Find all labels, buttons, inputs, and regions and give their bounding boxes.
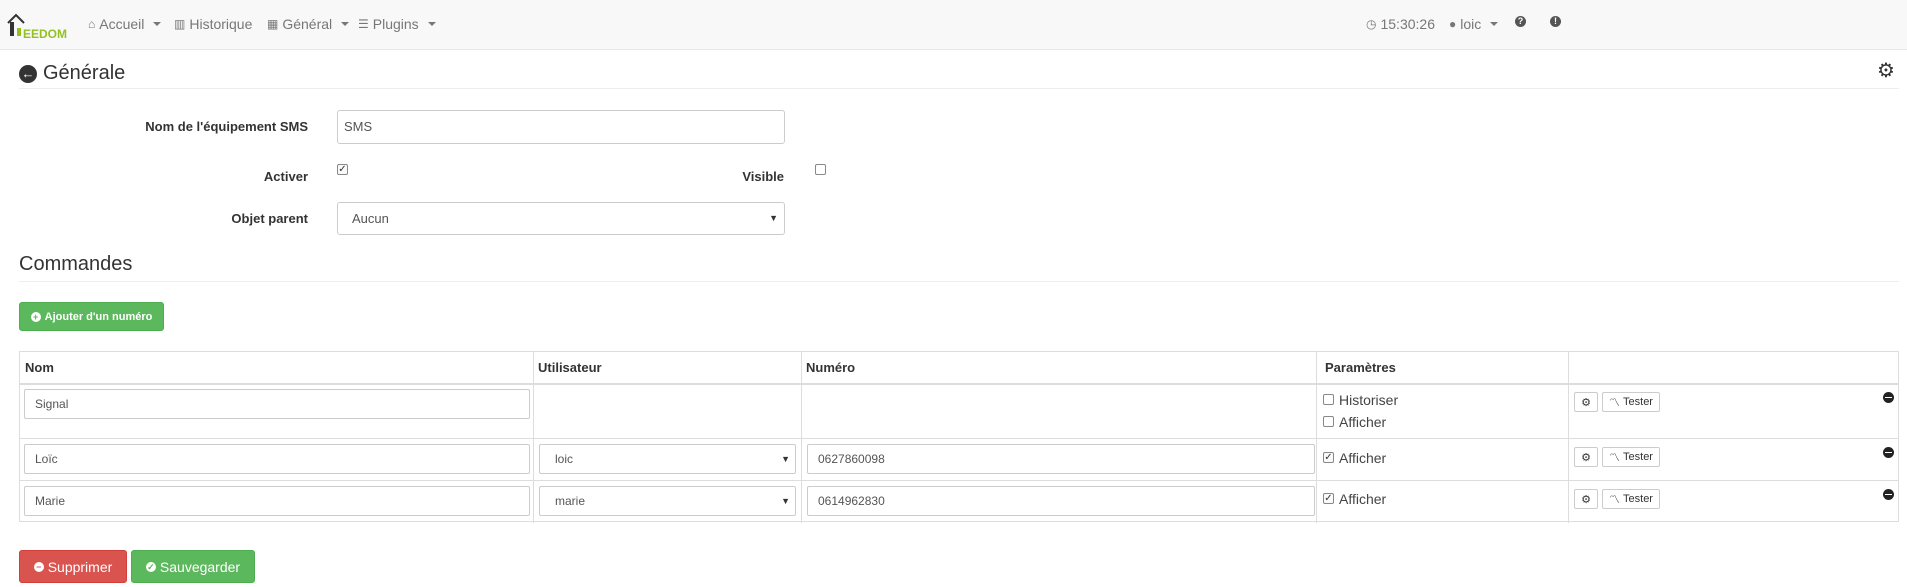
bar-chart-icon: ▥ [174, 17, 186, 31]
nav-clock: ◷ 15:30:26 [1366, 16, 1435, 32]
test-button[interactable]: 〽 Tester [1602, 392, 1660, 412]
divider [19, 88, 1899, 89]
user-icon: ● [1449, 17, 1457, 31]
config-button[interactable]: ⚙ [1574, 447, 1598, 467]
activate-label: Activer [263, 169, 308, 184]
nav-plugins[interactable]: ☰ Plugins [358, 16, 436, 32]
test-label: Tester [1623, 493, 1653, 505]
remove-row-icon[interactable] [1883, 447, 1894, 458]
caret-down-icon [153, 22, 162, 26]
test-button[interactable]: 〽 Tester [1602, 489, 1660, 509]
afficher-checkbox[interactable] [1323, 416, 1334, 427]
remove-row-icon[interactable] [1883, 489, 1894, 500]
afficher-checkbox[interactable]: ✓ [1323, 452, 1334, 463]
delete-button[interactable]: − Supprimer [19, 550, 127, 583]
cmd-number-input[interactable]: 0627860098 [807, 444, 1315, 474]
user-name: loic [1460, 16, 1482, 32]
afficher-checkbox[interactable]: ✓ [1323, 493, 1334, 504]
top-navbar: EEDOM ⌂ Accueil ▥ Historique ▦ Général ☰… [0, 0, 1907, 50]
add-number-label: Ajouter d'un numéro [44, 310, 153, 323]
help-button[interactable]: ? [1515, 16, 1526, 27]
grid-icon: ▦ [267, 17, 279, 31]
config-button[interactable]: ⚙ [1574, 489, 1598, 509]
clock-time: 15:30:26 [1380, 16, 1435, 32]
col-header-parametres: Paramètres [1325, 360, 1396, 375]
equipment-name-input[interactable]: SMS [337, 110, 785, 144]
config-button[interactable]: ⚙ [1574, 392, 1598, 412]
afficher-label: Afficher [1339, 414, 1387, 430]
home-icon: ⌂ [88, 17, 96, 31]
cmd-user-value: loic [555, 452, 574, 466]
visible-checkbox[interactable] [815, 164, 826, 175]
divider [19, 281, 1899, 282]
remove-row-icon[interactable] [1883, 392, 1894, 403]
save-label: Sauvegarder [159, 558, 241, 575]
activate-checkbox[interactable]: ✓ [337, 164, 348, 175]
cmd-name-input[interactable]: Signal [24, 389, 530, 419]
rss-icon: 〽 [1609, 494, 1621, 506]
delete-label: Supprimer [47, 558, 113, 575]
nav-accueil-label: Accueil [99, 16, 145, 32]
visible-label: Visible [742, 169, 784, 184]
col-header-numero: Numéro [806, 360, 856, 375]
historiser-label: Historiser [1339, 392, 1399, 408]
equipment-name-label: Nom de l'équipement SMS [145, 119, 308, 134]
jeedom-logo[interactable]: EEDOM [6, 6, 78, 42]
test-button[interactable]: 〽 Tester [1602, 447, 1660, 467]
rss-icon: 〽 [1609, 452, 1621, 464]
question-icon: ? [1515, 16, 1526, 27]
nav-historique-label: Historique [189, 16, 253, 32]
test-label: Tester [1623, 451, 1653, 463]
historiser-checkbox[interactable] [1323, 394, 1334, 405]
parent-object-value: Aucun [352, 211, 389, 226]
cmd-name-input[interactable]: Loïc [24, 444, 530, 474]
nav-accueil[interactable]: ⌂ Accueil [88, 16, 162, 32]
plus-circle-icon: + [30, 311, 41, 322]
minus-circle-icon: − [33, 561, 44, 572]
brand-text: EEDOM [23, 27, 68, 41]
cmd-number-input[interactable]: 0614962830 [807, 486, 1315, 516]
parent-object-label: Objet parent [231, 211, 308, 226]
select-arrow-icon: ▼ [769, 213, 778, 223]
gears-icon: ⚙ [1581, 451, 1591, 464]
select-arrow-icon: ▼ [781, 496, 790, 506]
nav-plugins-label: Plugins [372, 16, 419, 32]
afficher-label: Afficher [1339, 450, 1387, 466]
page-title: Générale [43, 62, 126, 84]
cmd-name-input[interactable]: Marie [24, 486, 530, 516]
info-button[interactable]: ! [1550, 16, 1561, 27]
commands-table: Nom Utilisateur Numéro Paramètres Signal… [19, 351, 1899, 523]
caret-down-icon [1490, 22, 1499, 26]
list-icon: ☰ [358, 17, 369, 31]
save-button[interactable]: ✓ Sauvegarder [131, 550, 255, 583]
check-circle-icon: ✓ [145, 561, 156, 572]
parent-object-select[interactable]: Aucun ▼ [337, 202, 785, 235]
col-header-nom: Nom [25, 360, 54, 375]
add-number-button[interactable]: + Ajouter d'un numéro [19, 302, 164, 331]
rss-icon: 〽 [1609, 397, 1621, 409]
clock-icon: ◷ [1366, 17, 1377, 31]
select-arrow-icon: ▼ [781, 454, 790, 464]
nav-historique[interactable]: ▥ Historique [174, 16, 252, 32]
nav-user[interactable]: ● loic [1449, 16, 1499, 32]
back-arrow-icon[interactable]: ← [19, 64, 37, 83]
col-header-utilisateur: Utilisateur [538, 360, 602, 375]
gears-icon: ⚙ [1581, 396, 1591, 409]
nav-general[interactable]: ▦ Général [267, 16, 350, 32]
commands-title: Commandes [19, 253, 133, 275]
nav-general-label: Général [282, 16, 333, 32]
caret-down-icon [427, 22, 436, 26]
test-label: Tester [1623, 396, 1653, 408]
cmd-user-select[interactable]: marie ▼ [539, 486, 796, 516]
cmd-user-select[interactable]: loic ▼ [539, 444, 796, 474]
cmd-user-value: marie [555, 494, 586, 508]
caret-down-icon [341, 22, 350, 26]
afficher-label: Afficher [1339, 491, 1387, 507]
gears-icon: ⚙ [1581, 493, 1591, 506]
exclamation-icon: ! [1550, 16, 1561, 27]
gears-icon[interactable]: ⚙ [1877, 58, 1895, 83]
page-header: ← Générale [19, 62, 125, 85]
